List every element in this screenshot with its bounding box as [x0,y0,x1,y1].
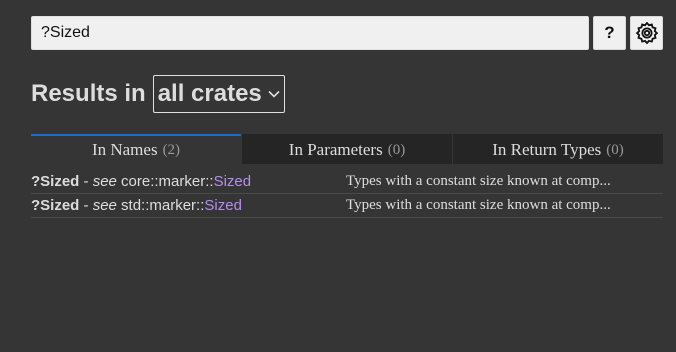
result-description: Types with a constant size known at comp… [346,197,611,213]
results-heading: Results in all crates [31,75,285,113]
result-see-label: see [92,197,117,214]
crate-filter-select[interactable]: all crates [152,75,285,113]
result-description: Types with a constant size known at comp… [346,173,611,189]
result-row[interactable]: ?Sized - see core::marker::Sized Types w… [31,170,663,194]
tab-count: (0) [387,141,406,158]
result-see-label: see [92,173,117,190]
result-separator: - [79,197,93,214]
result-name: ?Sized [31,173,80,190]
result-module-path: std::marker:: [116,197,205,214]
tab-in-names[interactable]: In Names (2) [31,134,241,164]
gear-icon [635,22,658,44]
help-button[interactable]: ? [593,16,626,50]
tab-in-return-types[interactable]: In Return Types (0) [453,134,663,164]
settings-button[interactable] [630,16,663,50]
result-tabs: In Names (2) In Parameters (0) In Return… [31,134,663,164]
chevron-down-icon [268,90,280,98]
tab-count: (0) [606,141,624,158]
tab-label: In Return Types [492,140,602,159]
result-path: ?Sized - see core::marker::Sized [31,173,346,190]
tab-in-parameters[interactable]: In Parameters (0) [242,134,452,164]
result-module-path: core::marker:: [116,173,214,190]
tab-label: In Names [91,140,158,159]
result-name: ?Sized [31,197,80,214]
crate-filter-value: all crates [157,80,262,107]
tab-count: (2) [162,141,181,158]
search-results-page: ? Results in all crates [0,0,676,352]
search-bar: ? [31,16,663,50]
result-row[interactable]: ?Sized - see std::marker::Sized Types wi… [31,194,663,218]
help-label: ? [604,23,615,42]
results-heading-label: Results in [31,80,146,107]
result-trait-link[interactable]: Sized [204,197,242,214]
results-list: ?Sized - see core::marker::Sized Types w… [31,170,663,218]
search-input[interactable] [31,16,589,50]
result-trait-link[interactable]: Sized [214,173,252,190]
result-path: ?Sized - see std::marker::Sized [31,197,346,214]
tab-label: In Parameters [288,140,383,159]
result-separator: - [79,173,93,190]
